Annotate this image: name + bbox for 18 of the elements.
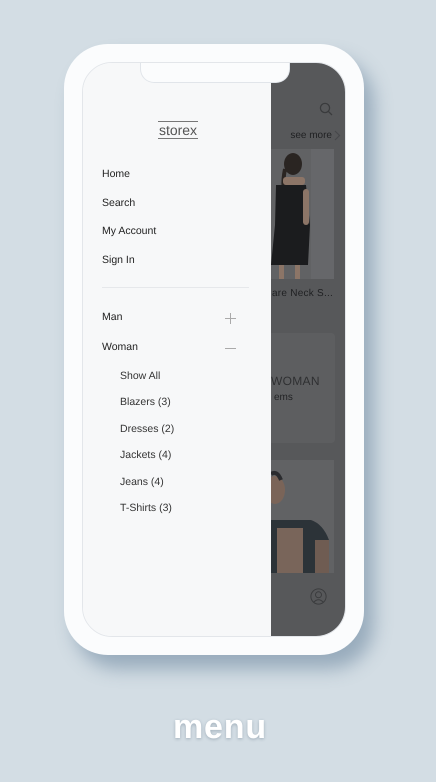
subcategory-link[interactable]: Show All — [120, 363, 160, 390]
category-count: ems — [274, 390, 294, 404]
subcategory-link[interactable]: Dresses (2) — [120, 416, 174, 442]
logo: storex — [158, 121, 198, 139]
subcategory-link[interactable]: Jackets (4) — [120, 442, 172, 469]
category-item[interactable]: Woman — [102, 340, 138, 356]
search-icon[interactable] — [319, 102, 333, 116]
subcategory-link[interactable]: Blazers (3) — [120, 389, 171, 416]
menu-link[interactable]: Search — [102, 192, 136, 213]
category-item[interactable]: Man — [102, 310, 122, 326]
menu-link[interactable]: Home — [102, 164, 130, 184]
menu-link[interactable]: Sign In — [102, 250, 135, 270]
subcategory-link[interactable]: T-Shirts (3) — [120, 494, 172, 522]
plus-icon[interactable] — [225, 312, 236, 324]
menu-link[interactable]: My Account — [102, 221, 156, 242]
account-icon[interactable] — [310, 588, 327, 605]
product-name: are Neck S... — [272, 287, 334, 301]
subcategory-link[interactable]: Jeans (4) — [120, 468, 164, 495]
